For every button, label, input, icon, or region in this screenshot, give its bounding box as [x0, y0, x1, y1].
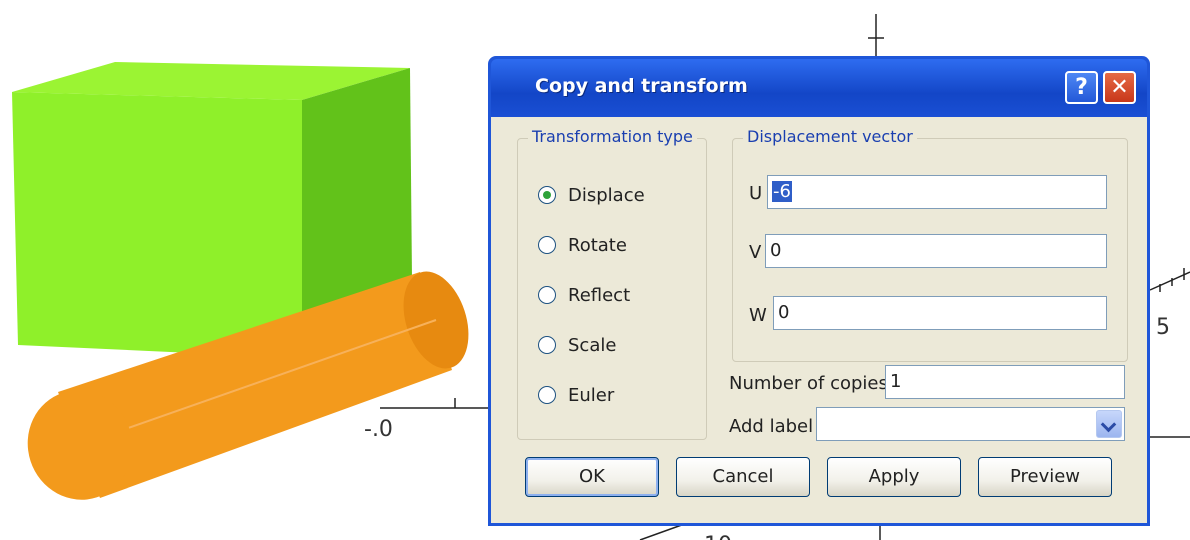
axis-label-ten: 10 [704, 533, 732, 540]
apply-button[interactable]: Apply [827, 457, 961, 497]
dialog-client-area: Transformation type Displace Rotate Refl… [491, 117, 1147, 523]
radio-displace[interactable]: Displace [538, 182, 645, 208]
radio-button[interactable] [538, 236, 556, 254]
preview-button[interactable]: Preview [978, 457, 1112, 497]
copy-and-transform-dialog: Copy and transform ? ✕ Transformation ty… [488, 56, 1150, 526]
displacement-vector-group: Displacement vector U -6 V 0 W 0 [732, 127, 1128, 362]
add-label-label: Add label [729, 416, 814, 437]
radio-label-displace: Displace [568, 184, 645, 206]
radio-euler[interactable]: Euler [538, 382, 614, 408]
axis-label-minus-zero: -.0 [364, 417, 393, 442]
radio-label-reflect: Reflect [568, 284, 631, 306]
displacement-vector-title: Displacement vector [743, 127, 917, 146]
chevron-down-icon[interactable] [1096, 410, 1122, 438]
u-label: U [749, 183, 763, 204]
transformation-type-title: Transformation type [528, 127, 697, 146]
help-button[interactable]: ? [1065, 71, 1098, 104]
dialog-title: Copy and transform [535, 75, 748, 97]
add-label-dropdown[interactable] [816, 407, 1125, 441]
radio-button[interactable] [538, 336, 556, 354]
w-field[interactable]: 0 [773, 296, 1107, 330]
w-label: W [749, 305, 767, 326]
radio-button-checked[interactable] [538, 186, 556, 204]
add-label-value [817, 408, 1087, 440]
close-button[interactable]: ✕ [1103, 71, 1136, 104]
dialog-title-bar[interactable]: Copy and transform ? ✕ [491, 59, 1147, 117]
transformation-type-group: Transformation type Displace Rotate Refl… [517, 127, 707, 440]
radio-button[interactable] [538, 286, 556, 304]
u-value: -6 [772, 181, 792, 202]
copies-label: Number of copies [729, 373, 888, 394]
radio-label-scale: Scale [568, 334, 617, 356]
question-mark-icon: ? [1075, 75, 1088, 100]
radio-label-euler: Euler [568, 384, 615, 406]
cancel-button[interactable]: Cancel [676, 457, 810, 497]
axis-label-five: 5 [1156, 315, 1170, 340]
v-field[interactable]: 0 [765, 234, 1107, 268]
copies-field[interactable]: 1 [885, 365, 1125, 399]
radio-label-rotate: Rotate [568, 234, 627, 256]
radio-reflect[interactable]: Reflect [538, 282, 630, 308]
v-label: V [749, 242, 762, 263]
u-field[interactable]: -6 [767, 175, 1107, 209]
ok-button[interactable]: OK [525, 457, 659, 497]
radio-rotate[interactable]: Rotate [538, 232, 627, 258]
radio-button[interactable] [538, 386, 556, 404]
radio-scale[interactable]: Scale [538, 332, 616, 358]
close-icon: ✕ [1110, 75, 1129, 100]
